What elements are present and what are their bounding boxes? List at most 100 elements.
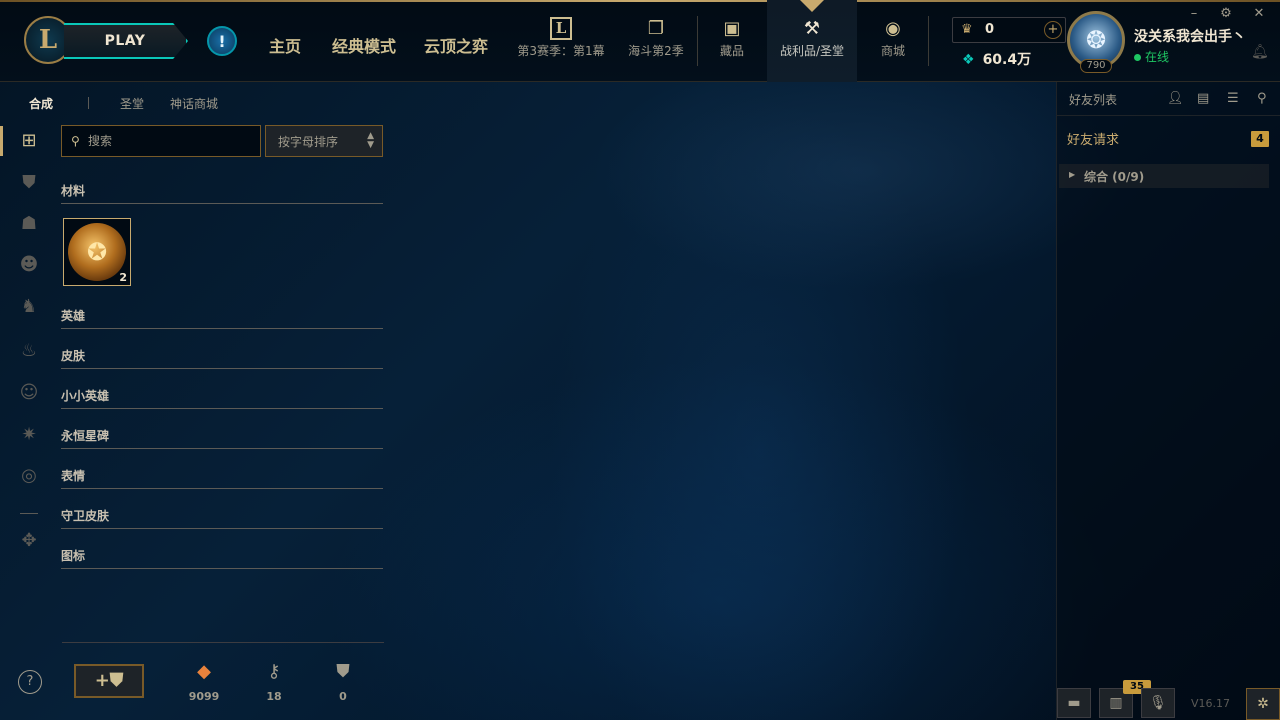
voice-button[interactable]: 🎙︎ [1141, 688, 1175, 718]
collection-icon: ▣ [723, 17, 741, 39]
clash-label: 海斗第2季 [628, 44, 684, 58]
add-friend-icon[interactable]: 👤︎ [1167, 91, 1184, 106]
season-icon: L [549, 14, 573, 42]
expand-arrow-icon: ▶ [1069, 170, 1076, 179]
summoner-name[interactable]: 没关系我会出手丶 [1134, 26, 1246, 46]
filter-emotes-icon[interactable]: ☺ [18, 382, 40, 404]
filter-little-legends-icon[interactable]: ♞ [18, 296, 40, 318]
search-icon: ⚲ [71, 134, 80, 148]
settings-icon[interactable]: ⚙ [1216, 5, 1236, 23]
rp-balance: ♛ 0 + [952, 17, 1066, 43]
social-header: 好友列表 👤︎ ▤ ☰ ⚲ [1057, 82, 1280, 116]
footer-divider [62, 642, 384, 643]
sort-label: 按字母排序 [278, 135, 339, 149]
ward-value: 0 [339, 690, 347, 703]
filter-ward-skins-icon[interactable]: ✷ [18, 424, 40, 446]
section-ward-skins[interactable]: 守卫皮肤 [61, 507, 383, 529]
section-eternals[interactable]: 永恒星碑 [61, 427, 383, 449]
minimize-button[interactable]: – [1184, 5, 1204, 23]
orange-essence-icon: ◆ [197, 661, 211, 682]
filter-extra-icon[interactable]: ✥ [18, 530, 40, 552]
loot-item-card[interactable]: ✪ 2 [63, 218, 131, 286]
collection-label: 藏品 [719, 44, 744, 58]
nav-classic-mode[interactable]: 经典模式 [332, 33, 396, 57]
item-count: 2 [119, 271, 127, 284]
nav-season-pass[interactable]: L 第3赛季：第1幕 [515, 14, 607, 74]
nav-store[interactable]: ◉ 商城 [872, 14, 914, 74]
tab-divider [88, 97, 89, 109]
blue-essence-icon: ❖ [962, 52, 975, 68]
hextech-medallion-icon: ✪ [68, 223, 126, 281]
rp-value: 0 [985, 22, 995, 37]
be-balance: ❖ 60.4万 [962, 49, 1031, 69]
alert-icon[interactable]: ! [207, 26, 237, 56]
close-button[interactable]: ✕ [1249, 5, 1269, 23]
section-champions[interactable]: 英雄 [61, 307, 383, 329]
client-window: L PLAY ! 主页 经典模式 云顶之弈 L 第3赛季：第1幕 ❐ 海斗第2季… [0, 0, 1280, 720]
ward-icon: ⛊ [336, 661, 350, 682]
section-materials[interactable]: 材料 [61, 182, 383, 204]
be-value: 60.4万 [982, 52, 1032, 68]
section-icons[interactable]: 图标 [61, 547, 383, 569]
orange-essence-counter: ◆ 9099 [184, 660, 224, 703]
loot-icon: ⚒ [803, 17, 821, 39]
add-folder-icon[interactable]: ▤ [1197, 91, 1209, 106]
sort-dropdown[interactable]: 按字母排序 ▲ ▼ [265, 125, 383, 157]
filter-champions-icon[interactable]: ☗ [18, 213, 40, 235]
help-icon[interactable]: ? [18, 670, 42, 694]
sort-chevron-icon: ▲ ▼ [367, 131, 374, 150]
ward-counter: ⛊ 0 [323, 660, 363, 703]
store-icon: ◉ [885, 17, 901, 39]
social-panel: 好友列表 👤︎ ▤ ☰ ⚲ 好友请求 4 ▶ 综合 (0/9) [1056, 82, 1280, 720]
top-navigation: L PLAY ! 主页 经典模式 云顶之弈 L 第3赛季：第1幕 ❐ 海斗第2季… [0, 0, 1280, 82]
season-label: 第3赛季：第1幕 [517, 44, 605, 58]
nav-divider-2 [928, 16, 929, 66]
section-skins[interactable]: 皮肤 [61, 347, 383, 369]
buy-rp-button[interactable]: + [1044, 21, 1062, 39]
play-button[interactable]: PLAY [64, 23, 188, 59]
status-dot-icon [1134, 54, 1141, 61]
tab-mythic-shop[interactable]: 神话商城 [170, 95, 218, 112]
list-view-icon[interactable]: ☰ [1227, 91, 1239, 106]
social-search-icon[interactable]: ⚲ [1257, 91, 1267, 106]
filter-divider [20, 513, 38, 514]
filter-all-icon[interactable]: ⊞ [18, 130, 40, 152]
nav-divider [697, 16, 698, 66]
filter-eternals-icon[interactable]: ♨ [18, 340, 40, 362]
online-status[interactable]: 在线 [1134, 48, 1169, 65]
tab-sanctum[interactable]: 圣堂 [120, 95, 144, 112]
friend-group-label: 综合 (0/9) [1084, 170, 1145, 184]
filter-materials-icon[interactable]: ⛊ [18, 172, 40, 194]
tab-crafting[interactable]: 合成 [29, 95, 53, 112]
friend-requests[interactable]: 好友请求 [1067, 129, 1119, 148]
nav-tft[interactable]: 云顶之弈 [424, 33, 488, 57]
search-input[interactable] [88, 132, 256, 150]
status-label: 在线 [1145, 50, 1170, 64]
notification-bell-icon[interactable]: 🔔︎ [1251, 44, 1269, 60]
social-title: 好友列表 [1069, 93, 1118, 107]
loot-label: 战利品/圣堂 [779, 44, 845, 58]
bug-report-button[interactable]: ✲ [1246, 688, 1280, 720]
key-counter: ⚷ 18 [254, 660, 294, 703]
section-emotes[interactable]: 表情 [61, 467, 383, 489]
nav-home[interactable]: 主页 [269, 33, 301, 57]
section-little-legends[interactable]: 小小英雄 [61, 387, 383, 409]
version-label: V16.17 [1191, 697, 1231, 710]
active-filter-marker [0, 126, 3, 156]
friend-group[interactable]: ▶ 综合 (0/9) [1059, 164, 1269, 188]
search-box[interactable]: ⚲ [61, 125, 261, 157]
nav-collection[interactable]: ▣ 藏品 [710, 14, 754, 74]
chat-button[interactable]: ▬ [1057, 688, 1091, 718]
key-value: 18 [266, 690, 282, 703]
nav-clash[interactable]: ❐ 海斗第2季 [624, 14, 688, 74]
craft-key-button[interactable]: +⛊ [74, 664, 144, 698]
orange-essence-value: 9099 [188, 690, 220, 703]
filter-skins-icon[interactable]: ☻ [18, 254, 40, 276]
rp-icon: ♛ [961, 22, 973, 37]
key-icon: ⚷ [267, 661, 281, 682]
filter-icons-icon[interactable]: ◎ [18, 465, 40, 487]
summoner-level: 790 [1080, 59, 1112, 73]
friend-requests-badge: 4 [1251, 131, 1269, 147]
clash-icon: ❐ [647, 17, 665, 39]
store-label: 商城 [880, 44, 905, 58]
